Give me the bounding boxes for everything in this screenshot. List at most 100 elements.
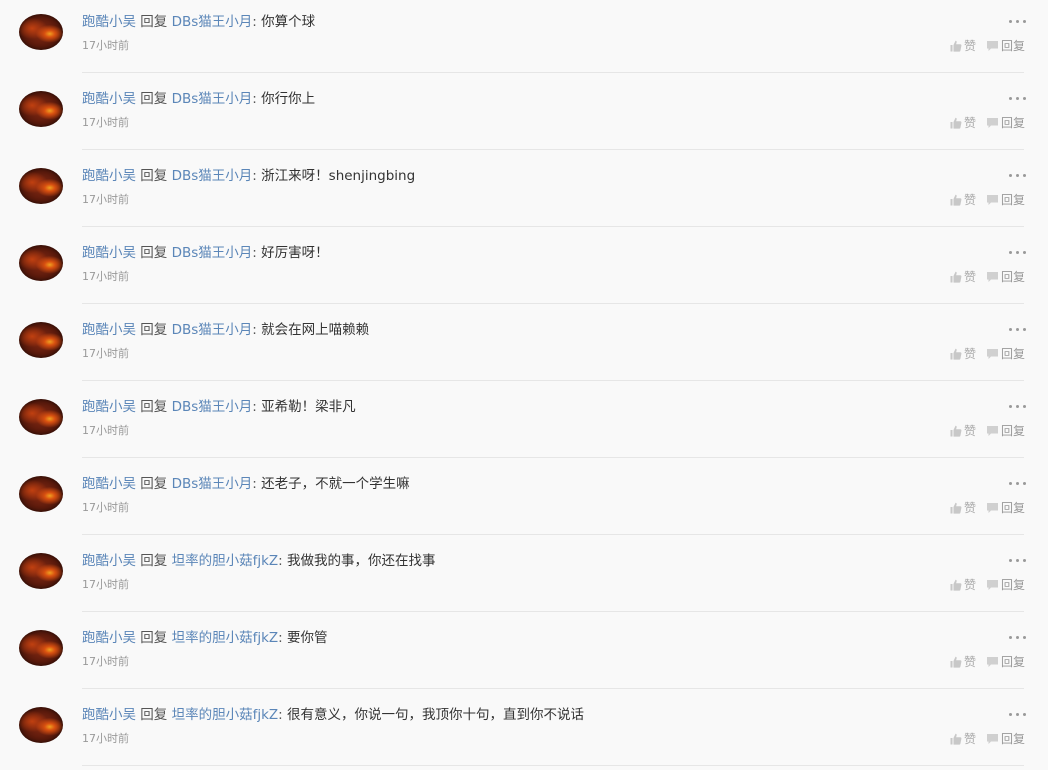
more-options-button[interactable] [1009,249,1026,255]
avatar[interactable] [19,91,63,127]
more-dot [1023,635,1026,639]
author-link[interactable]: 跑酷小吴 [82,476,136,492]
timestamp: 17小时前 [82,655,129,668]
like-label: 赞 [964,501,977,515]
reply-target-link[interactable]: DBs猫王小月 [172,322,253,338]
reply-button[interactable]: 回复 [986,270,1025,284]
like-button[interactable]: 赞 [950,347,976,361]
author-link[interactable]: 跑酷小吴 [82,14,136,30]
reply-target-link[interactable]: DBs猫王小月 [172,91,253,107]
reply-word: 回复 [140,322,168,338]
avatar[interactable] [19,707,63,743]
reply-button[interactable]: 回复 [986,655,1025,669]
like-button[interactable]: 赞 [950,39,976,53]
avatar[interactable] [19,399,63,435]
avatar[interactable] [19,322,63,358]
more-options-button[interactable] [1009,480,1026,486]
author-link[interactable]: 跑酷小吴 [82,322,136,338]
reply-label: 回复 [1001,501,1026,515]
author-link[interactable]: 跑酷小吴 [82,630,136,646]
comment-text: 亚希勒！梁非凡 [261,399,356,415]
more-options-button[interactable] [1009,172,1026,178]
reply-button[interactable]: 回复 [986,116,1025,130]
more-dot [1023,558,1026,562]
reply-target-link[interactable]: DBs猫王小月 [172,245,253,261]
more-options-button[interactable] [1009,326,1026,332]
speech-bubble-icon [986,579,999,591]
avatar[interactable] [19,630,63,666]
avatar[interactable] [19,14,63,50]
reply-target-link[interactable]: DBs猫王小月 [172,14,253,30]
more-dots-icon [1009,173,1012,177]
thumbs-up-icon [950,425,962,437]
more-options-button[interactable] [1009,95,1026,101]
reply-button[interactable]: 回复 [986,193,1025,207]
timestamp: 17小时前 [82,424,129,437]
avatar[interactable] [19,245,63,281]
reply-target-link[interactable]: 坦率的胆小菇fjkZ [172,553,279,569]
reply-word: 回复 [140,630,168,646]
more-dot [1023,404,1026,408]
more-options-button[interactable] [1009,557,1026,563]
more-dots-icon [1009,558,1012,562]
avatar[interactable] [19,553,63,589]
divider [82,226,1024,227]
author-link[interactable]: 跑酷小吴 [82,399,136,415]
timestamp: 17小时前 [82,732,129,745]
like-button[interactable]: 赞 [950,270,976,284]
avatar[interactable] [19,476,63,512]
like-button[interactable]: 赞 [950,578,976,592]
more-options-button[interactable] [1009,634,1026,640]
reply-button[interactable]: 回复 [986,501,1025,515]
like-button[interactable]: 赞 [950,193,976,207]
thumbs-up-icon [950,733,962,745]
author-link[interactable]: 跑酷小吴 [82,168,136,184]
reply-target-link[interactable]: DBs猫王小月 [172,476,253,492]
author-link[interactable]: 跑酷小吴 [82,707,136,723]
reply-button[interactable]: 回复 [986,424,1025,438]
more-dot [1023,712,1026,716]
reply-button[interactable]: 回复 [986,578,1025,592]
comment-item: 跑酷小吴 回复 坦率的胆小菇fjkZ: 要你管 17小时前 赞 回复 [0,616,1048,693]
thumbs-up-icon [950,579,962,591]
like-button[interactable]: 赞 [950,732,976,746]
comment-text: 你算个球 [261,14,316,30]
like-button[interactable]: 赞 [950,501,976,515]
timestamp: 17小时前 [82,270,129,283]
reply-target-link[interactable]: 坦率的胆小菇fjkZ [172,630,279,646]
author-link[interactable]: 跑酷小吴 [82,553,136,569]
reply-label: 回复 [1001,732,1026,746]
author-link[interactable]: 跑酷小吴 [82,91,136,107]
colon: : [252,476,257,492]
reply-target-link[interactable]: 坦率的胆小菇fjkZ [172,707,279,723]
reply-button[interactable]: 回复 [986,39,1025,53]
speech-bubble-icon [986,656,999,668]
reply-target-link[interactable]: DBs猫王小月 [172,168,253,184]
more-options-button[interactable] [1009,711,1026,717]
avatar[interactable] [19,168,63,204]
thumbs-up-icon [950,656,962,668]
more-options-button[interactable] [1009,18,1026,24]
like-label: 赞 [964,39,977,53]
reply-label: 回复 [1001,193,1026,207]
reply-button[interactable]: 回复 [986,732,1025,746]
reply-label: 回复 [1001,39,1026,53]
comment-text: 浙江来呀！shenjingbing [261,168,416,184]
like-label: 赞 [964,578,977,592]
more-dot [1023,481,1026,485]
comment-item: 跑酷小吴 回复 坦率的胆小菇fjkZ: 很有意义，你说一句，我顶你十句，直到你不… [0,693,1048,770]
more-dots-icon [1009,19,1012,23]
more-options-button[interactable] [1009,403,1026,409]
comment-item: 跑酷小吴 回复 DBs猫王小月: 你行你上 17小时前 赞 回复 [0,77,1048,154]
more-dot [1016,481,1019,485]
thumbs-up-icon [950,348,962,360]
reply-target-link[interactable]: DBs猫王小月 [172,399,253,415]
reply-button[interactable]: 回复 [986,347,1025,361]
comment-text: 还老子，不就一个学生嘛 [261,476,410,492]
like-button[interactable]: 赞 [950,424,976,438]
like-button[interactable]: 赞 [950,655,976,669]
more-dots-icon [1009,404,1012,408]
like-button[interactable]: 赞 [950,116,976,130]
author-link[interactable]: 跑酷小吴 [82,245,136,261]
timestamp: 17小时前 [82,39,129,52]
